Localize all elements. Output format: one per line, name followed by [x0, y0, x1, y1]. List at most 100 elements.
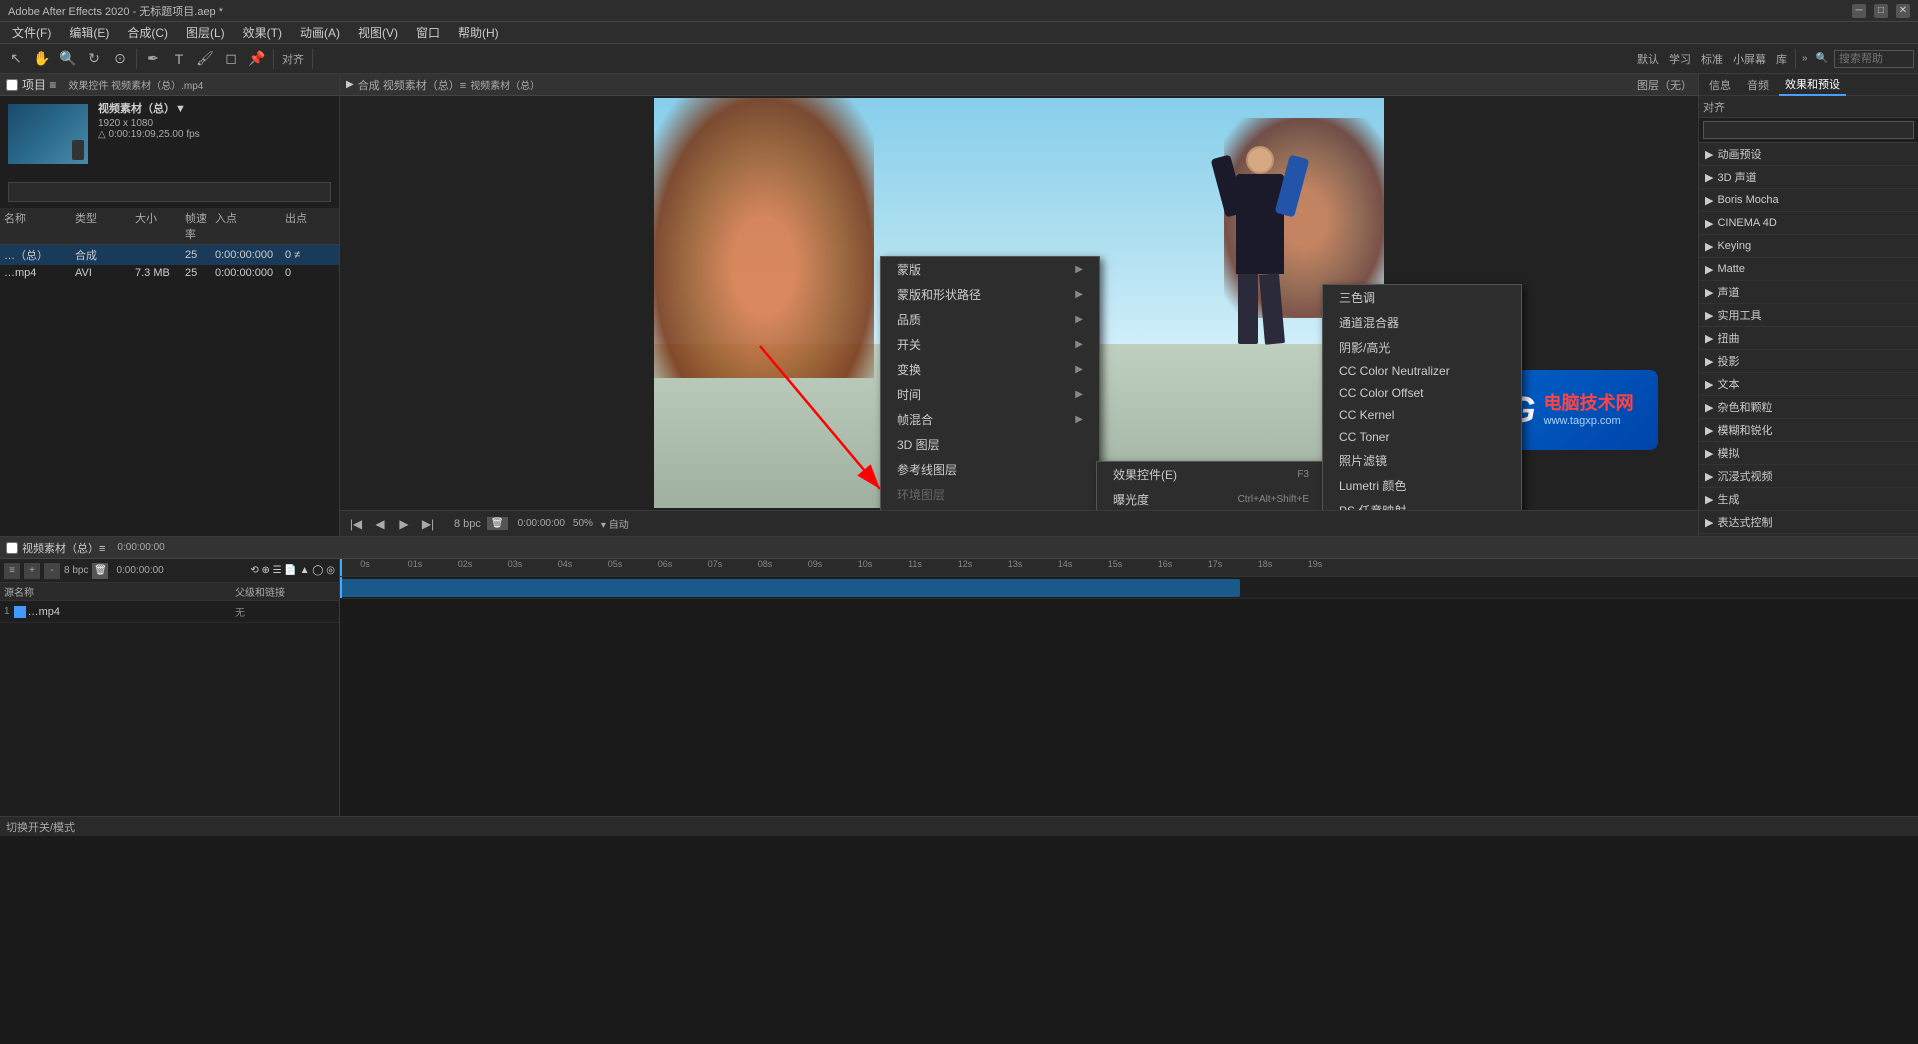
menu-effects[interactable]: 效果(T)	[235, 22, 290, 43]
tool-text[interactable]: T	[167, 47, 191, 71]
ctx-eff-controls[interactable]: 效果控件(E)F3	[1097, 462, 1325, 487]
tool-shape[interactable]: ◻	[219, 47, 243, 71]
menu-animation[interactable]: 动画(A)	[292, 22, 348, 43]
tool-pen[interactable]: ✒	[141, 47, 165, 71]
section-noise-grain: ▶ 杂色和颗粒	[1699, 396, 1918, 419]
section-immersive-header[interactable]: ▶ 沉浸式视频	[1699, 465, 1918, 487]
section-noise-header[interactable]: ▶ 杂色和颗粒	[1699, 396, 1918, 418]
ctx-col-cc-neutralizer[interactable]: CC Color Neutralizer	[1323, 360, 1521, 382]
tool-rotate[interactable]: ↻	[82, 47, 106, 71]
item-0-fps: 25	[185, 249, 215, 261]
ctx-frame-blending[interactable]: 帧混合▶	[881, 407, 1099, 432]
section-blur-header[interactable]: ▶ 模糊和锐化	[1699, 419, 1918, 441]
layer-icon	[14, 606, 26, 618]
section-channel-header[interactable]: ▶ 声道	[1699, 281, 1918, 303]
search-help-input[interactable]	[1834, 50, 1914, 68]
timeline-header: 视频素材（总）≡ 0:00:00:00	[0, 537, 1918, 559]
bpc-label: 8 bpc	[454, 518, 481, 530]
ctx-col-three-way[interactable]: 三色调	[1323, 285, 1521, 310]
section-perspective-header[interactable]: ▶ 投影	[1699, 350, 1918, 372]
timeline-trash-btn[interactable]: 🗑	[92, 563, 108, 579]
tag-url: www.tagxp.com	[1544, 415, 1634, 427]
menu-layer[interactable]: 图层(L)	[178, 22, 233, 43]
ctx-col-cc-toner[interactable]: CC Toner	[1323, 426, 1521, 448]
section-keying-header[interactable]: ▶ Keying	[1699, 235, 1918, 257]
timeline-ctrl-3[interactable]: -	[44, 563, 60, 579]
section-animation-presets: ▶ 动画预设	[1699, 143, 1918, 166]
project-search[interactable]	[8, 182, 331, 202]
tool-select[interactable]: ↖	[4, 47, 28, 71]
ctx-time[interactable]: 时间▶	[881, 382, 1099, 407]
ctx-col-channel-mixer[interactable]: 通道混合器	[1323, 310, 1521, 335]
tool-hand[interactable]: ✋	[30, 47, 54, 71]
align-tab[interactable]: 对齐	[1703, 99, 1725, 115]
ctx-3d-layer[interactable]: 3D 图层	[881, 432, 1099, 457]
layer-row-1[interactable]: 1 …mp4 无	[0, 601, 339, 623]
section-expr-header[interactable]: ▶ 表达式控制	[1699, 511, 1918, 533]
playback-start-btn[interactable]: |◀	[346, 514, 366, 534]
tool-zoom[interactable]: 🔍	[56, 47, 80, 71]
col-name: 名称	[4, 210, 75, 242]
section-text-header[interactable]: ▶ 文本	[1699, 373, 1918, 395]
boris-mocha-section-label: Boris Mocha	[1717, 194, 1778, 206]
trash-btn[interactable]: 🗑	[487, 517, 508, 530]
tool-paint[interactable]: 🖌	[193, 47, 217, 71]
menu-composition[interactable]: 合成(C)	[119, 22, 176, 43]
section-matte-header[interactable]: ▶ Matte	[1699, 258, 1918, 280]
ctx-eff-exposure[interactable]: 曝光度Ctrl+Alt+Shift+E	[1097, 487, 1325, 510]
section-simulate-header[interactable]: ▶ 模拟	[1699, 442, 1918, 464]
tab-audio[interactable]: 音频	[1741, 75, 1775, 95]
ctx-quality[interactable]: 品质▶	[881, 307, 1099, 332]
menu-window[interactable]: 窗口	[408, 22, 448, 43]
project-item-0[interactable]: …（总） 合成 25 0:00:00:000 0 ≠	[0, 245, 339, 265]
ctx-mask-paths[interactable]: 蒙版和形状路径▶	[881, 282, 1099, 307]
learn-label: 学习	[1665, 51, 1695, 67]
project-item-1[interactable]: …mp4 AVI 7.3 MB 25 0:00:00:000 0	[0, 265, 339, 281]
timeline-ctrl-2[interactable]: +	[24, 563, 40, 579]
ctx-col-cc-offset[interactable]: CC Color Offset	[1323, 382, 1521, 404]
section-cinema4d-header[interactable]: ▶ CINEMA 4D	[1699, 212, 1918, 234]
section-distort-header[interactable]: ▶ 扭曲	[1699, 327, 1918, 349]
menu-help[interactable]: 帮助(H)	[450, 22, 507, 43]
status-text: 切换开关/模式	[6, 819, 75, 835]
playback-play-btn[interactable]: ▶	[394, 514, 414, 534]
ctx-masks[interactable]: 蒙版▶	[881, 257, 1099, 282]
project-checkbox[interactable]	[6, 79, 18, 91]
ctx-col-lumetri[interactable]: Lumetri 颜色	[1323, 473, 1521, 498]
ctx-switches[interactable]: 开关▶	[881, 332, 1099, 357]
tree-left	[654, 98, 874, 378]
tab-info[interactable]: 信息	[1703, 75, 1737, 95]
ctx-markers[interactable]: 标记▶	[881, 507, 1099, 510]
menu-edit[interactable]: 编辑(E)	[61, 22, 117, 43]
section-3d-channel-header[interactable]: ▶ 3D 声道	[1699, 166, 1918, 188]
maximize-button[interactable]: □	[1874, 4, 1888, 18]
ctx-col-photo-filter[interactable]: 照片滤镜	[1323, 448, 1521, 473]
menu-file[interactable]: 文件(F)	[4, 22, 59, 43]
section-animation-header[interactable]: ▶ 动画预设	[1699, 143, 1918, 165]
effects-search-input[interactable]	[1703, 121, 1914, 139]
playback-next-btn[interactable]: ▶|	[418, 514, 438, 534]
tab-effects-presets[interactable]: 效果和预设	[1779, 74, 1846, 96]
timeline-checkbox[interactable]	[6, 542, 18, 554]
section-utility-header[interactable]: ▶ 实用工具	[1699, 304, 1918, 326]
minimize-button[interactable]: ─	[1852, 4, 1866, 18]
section-obsolete-header[interactable]: ▶ 过时	[1699, 534, 1918, 536]
tool-puppet[interactable]: 📌	[245, 47, 269, 71]
playback-prev-btn[interactable]: ◀	[370, 514, 390, 534]
ctx-col-shadow-highlight[interactable]: 阴影/高光	[1323, 335, 1521, 360]
tool-orbit[interactable]: ⊙	[108, 47, 132, 71]
preview-name: 视频素材（总）▼	[98, 100, 335, 116]
section-obsolete: ▶ 过时	[1699, 534, 1918, 536]
ctx-guide-layer[interactable]: 参考线图层	[881, 457, 1099, 482]
toolbar-sep-4	[1795, 49, 1796, 69]
ctx-col-ps-arbitrary[interactable]: PS 任意映射	[1323, 498, 1521, 510]
section-boris-header[interactable]: ▶ Boris Mocha	[1699, 189, 1918, 211]
menu-view[interactable]: 视图(V)	[350, 22, 406, 43]
comp-breadcrumb: 视频素材（总）	[470, 77, 540, 92]
section-generate-header[interactable]: ▶ 生成	[1699, 488, 1918, 510]
ctx-transform[interactable]: 变换▶	[881, 357, 1099, 382]
timeline-ctrl-1[interactable]: ≡	[4, 563, 20, 579]
viewer: 蒙版▶ 蒙版和形状路径▶ 品质▶ 开关▶ 变换▶ 时间▶ 帧混合	[340, 96, 1698, 510]
ctx-col-cc-kernel[interactable]: CC Kernel	[1323, 404, 1521, 426]
close-button[interactable]: ✕	[1896, 4, 1910, 18]
